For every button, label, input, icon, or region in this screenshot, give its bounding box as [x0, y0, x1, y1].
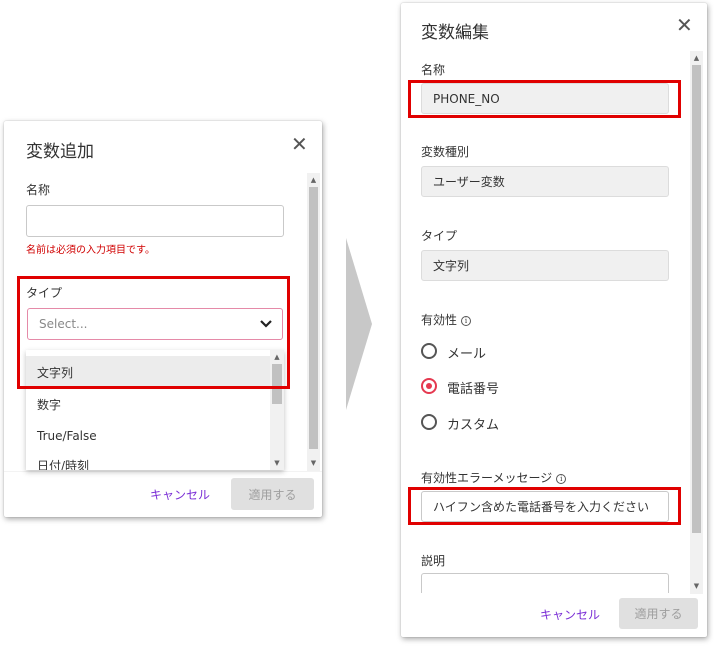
type-label: タイプ	[421, 229, 458, 243]
dialog-scroll-thumb[interactable]	[692, 65, 701, 533]
dialog-title: 変数追加	[26, 142, 94, 162]
dropdown-option-datetime[interactable]: 日付/時刻	[26, 451, 270, 470]
close-icon[interactable]: ✕	[291, 134, 308, 154]
type-field: 文字列	[421, 250, 669, 281]
validity-label: 有効性 i	[421, 311, 472, 328]
radio-custom-label[interactable]: カスタム	[447, 414, 499, 433]
dropdown-scroll-down-icon[interactable]: ▼	[271, 458, 283, 468]
name-highlight-box	[408, 80, 681, 118]
radio-email[interactable]	[421, 343, 437, 359]
dropdown-option-boolean[interactable]: True/False	[26, 420, 270, 452]
description-input[interactable]	[421, 573, 669, 593]
close-icon[interactable]: ✕	[676, 15, 693, 35]
footer-divider	[4, 471, 322, 472]
dialog-title: 変数編集	[421, 23, 489, 43]
cancel-button[interactable]: キャンセル	[540, 606, 600, 623]
type-highlight-box	[17, 276, 290, 389]
validity-label-text: 有効性	[421, 313, 458, 327]
apply-button[interactable]: 適用する	[231, 478, 314, 510]
cancel-button[interactable]: キャンセル	[150, 486, 210, 503]
radio-phone-label[interactable]: 電話番号	[447, 378, 499, 397]
name-label: 名称	[421, 63, 446, 77]
radio-phone[interactable]	[421, 378, 437, 394]
radio-email-label[interactable]: メール	[447, 343, 486, 362]
dialog-scroll-thumb[interactable]	[309, 187, 318, 449]
name-error-text: 名前は必須の入力項目です。	[26, 245, 155, 256]
apply-button[interactable]: 適用する	[619, 598, 698, 629]
scroll-up-icon[interactable]: ▲	[308, 175, 319, 185]
error-message-highlight-box	[408, 487, 681, 525]
scroll-up-icon[interactable]: ▲	[691, 53, 702, 63]
name-input[interactable]	[26, 205, 284, 237]
validity-error-label: 有効性エラーメッセージ i	[421, 469, 567, 486]
scroll-down-icon[interactable]: ▼	[308, 458, 319, 468]
info-icon[interactable]: i	[461, 315, 472, 326]
validity-error-label-text: 有効性エラーメッセージ	[421, 471, 553, 485]
variable-type-label: 変数種別	[421, 145, 470, 159]
description-label: 説明	[421, 554, 446, 568]
variable-type-field: ユーザー変数	[421, 166, 669, 197]
radio-custom[interactable]	[421, 414, 437, 430]
scroll-down-icon[interactable]: ▼	[691, 581, 702, 591]
dropdown-option-number[interactable]: 数字	[26, 388, 270, 420]
arrow-right-icon	[346, 238, 372, 410]
name-label: 名称	[26, 183, 51, 197]
info-icon[interactable]: i	[556, 473, 567, 484]
